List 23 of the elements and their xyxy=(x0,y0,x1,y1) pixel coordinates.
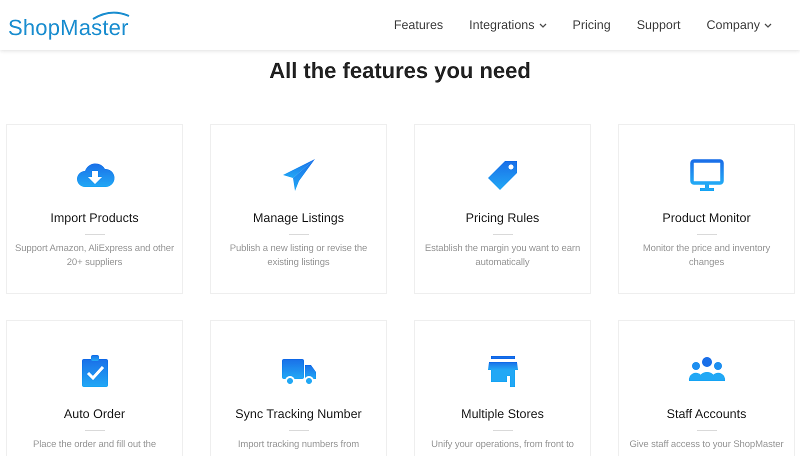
feature-description: Unify your operations, from front to xyxy=(430,438,575,452)
feature-description: Support Amazon, AliExpress and other 20+ suppliers xyxy=(14,242,176,270)
nav-link[interactable]: Integrations xyxy=(469,18,546,32)
feature-title: Auto Order xyxy=(64,407,126,421)
nav-link[interactable]: Support xyxy=(636,18,680,32)
feature-description: Import tracking numbers from xyxy=(236,438,360,452)
feature-description: Publish a new listing or revise the existing listings xyxy=(228,242,368,270)
section-title: All the features you need xyxy=(268,58,532,85)
logo[interactable]: ShopMaster xyxy=(8,10,131,40)
nav-link[interactable]: Company xyxy=(706,18,772,32)
feature-title: Manage Listings xyxy=(252,211,344,225)
feature-description: Place the order and fill out the xyxy=(32,438,158,452)
feature-title: Import Products xyxy=(50,211,139,225)
feature-title: Multiple Stores xyxy=(461,407,544,421)
feature-title: Pricing Rules xyxy=(466,211,540,225)
feature-title: Staff Accounts xyxy=(666,407,746,421)
nav-link[interactable]: Pricing xyxy=(572,18,611,32)
feature-description: Give staff access to your ShopMaster xyxy=(628,438,785,452)
feature-title: Sync Tracking Number xyxy=(235,407,362,421)
feature-title: Product Monitor xyxy=(662,211,751,225)
feature-description: Establish the margin you want to earn automatically xyxy=(424,242,582,270)
nav-link[interactable]: Features xyxy=(394,18,444,32)
feature-description: Monitor the price and inventory changes xyxy=(642,242,772,270)
